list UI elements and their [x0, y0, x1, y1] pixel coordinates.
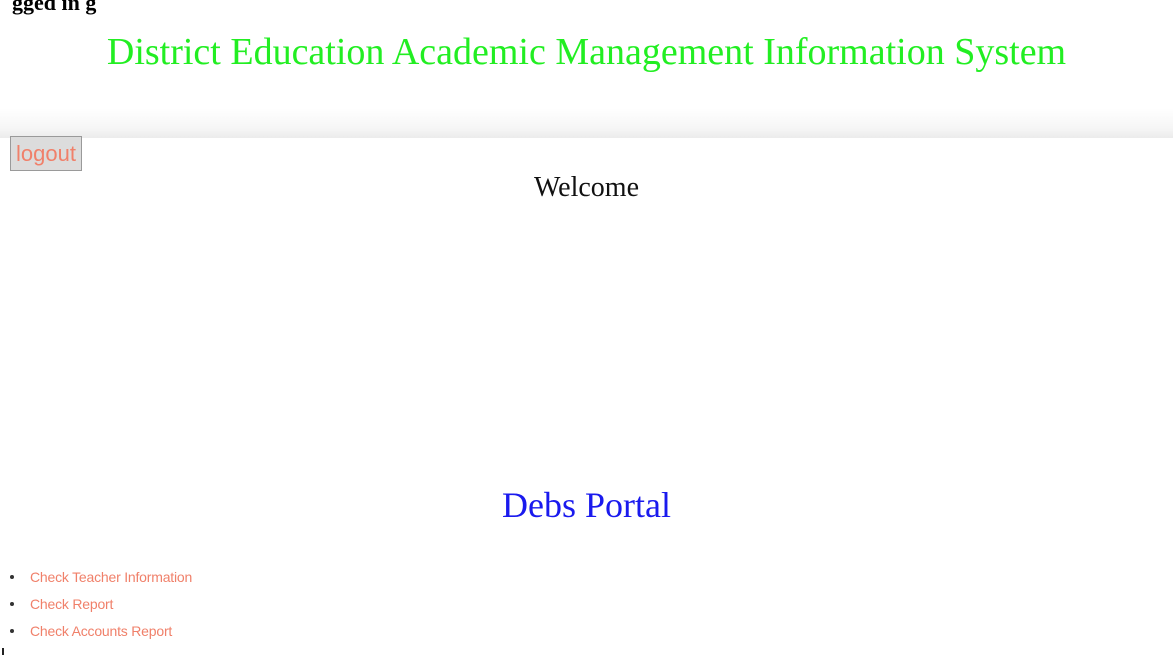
logout-button[interactable]: logout: [10, 136, 82, 171]
bullet-icon: [10, 629, 14, 633]
check-teacher-information-link[interactable]: Check Teacher Information: [30, 569, 192, 585]
login-status-text: gged in g: [12, 0, 97, 15]
portal-title: Debs Portal: [502, 485, 671, 525]
site-title: District Education Academic Management I…: [106, 31, 1067, 73]
check-report-link[interactable]: Check Report: [30, 596, 113, 612]
portal-nav-list: Check Teacher Information Check Report C…: [0, 566, 192, 647]
check-accounts-report-link[interactable]: Check Accounts Report: [30, 623, 172, 639]
bullet-icon: [10, 575, 14, 579]
bullet-icon: [10, 602, 14, 606]
header-divider: [0, 108, 1173, 138]
welcome-heading: Welcome: [533, 172, 640, 203]
text-cursor-mark: [2, 648, 4, 655]
list-item: Check Report: [0, 593, 192, 620]
list-item: Check Accounts Report: [0, 620, 192, 647]
list-item: Check Teacher Information: [0, 566, 192, 593]
